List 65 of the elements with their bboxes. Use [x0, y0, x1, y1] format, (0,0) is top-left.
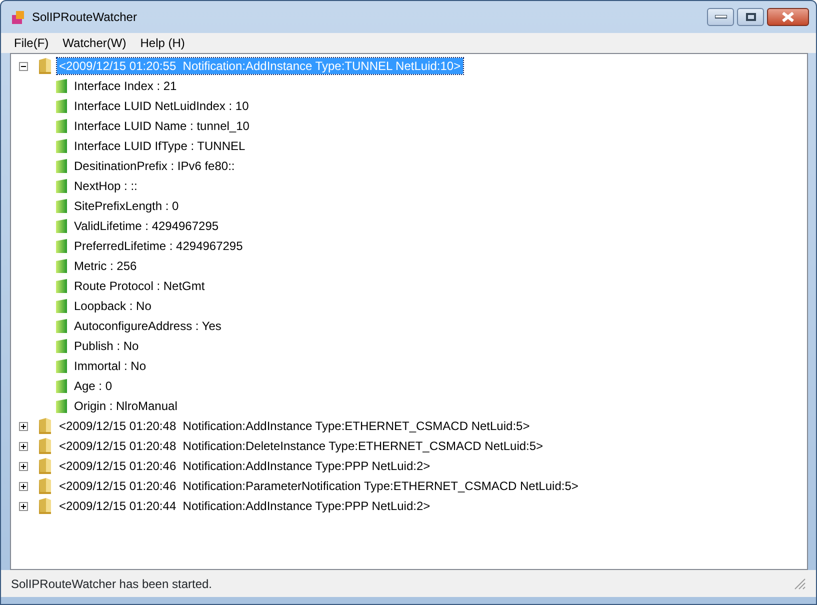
close-icon	[782, 12, 794, 22]
tree-item[interactable]: ValidLifetime : 4294967295	[72, 218, 221, 234]
folder-icon	[37, 417, 53, 435]
tree-item[interactable]: AutoconfigureAddress : Yes	[72, 318, 224, 334]
maximize-icon	[746, 13, 756, 21]
expand-toggle-icon[interactable]	[19, 502, 28, 510]
leaf-icon	[55, 178, 68, 194]
expand-toggle-icon[interactable]	[19, 482, 28, 490]
leaf-icon	[55, 358, 68, 374]
tree-item[interactable]: <2009/12/15 01:20:48 Notification:DeleteInstance Type:ETHERNET_CSMACD NetLuid:5>	[57, 438, 546, 454]
folder-icon	[37, 437, 53, 455]
leaf-icon	[55, 258, 68, 274]
menu-item[interactable]: File(F)	[7, 33, 56, 53]
folder-icon	[37, 497, 53, 515]
menu-item[interactable]: Help (H)	[133, 33, 192, 53]
tree-item[interactable]: <2009/12/15 01:20:46 Notification:AddInstance Type:PPP NetLuid:2>	[57, 458, 432, 474]
leaf-icon	[55, 138, 68, 154]
tree-item[interactable]: Metric : 256	[72, 258, 139, 274]
leaf-icon	[55, 218, 68, 234]
leaf-icon	[55, 378, 68, 394]
minimize-icon	[714, 15, 726, 19]
tree-item[interactable]: Interface LUID NetLuidIndex : 10	[72, 98, 251, 114]
tree-item[interactable]: SitePrefixLength : 0	[72, 198, 181, 214]
tree-item[interactable]: Immortal : No	[72, 358, 148, 374]
tree-view[interactable]	[10, 53, 808, 570]
tree-item[interactable]: <2009/12/15 01:20:46 Notification:ParameterNotification Type:ETHERNET_CSMACD NetLuid:5>	[57, 478, 580, 494]
tree-item[interactable]: Interface Index : 21	[72, 78, 179, 94]
leaf-icon	[55, 338, 68, 354]
window-title: SolIPRouteWatcher	[32, 9, 137, 26]
expand-toggle-icon[interactable]	[19, 422, 28, 430]
tree-item[interactable]: Interface LUID IfType : TUNNEL	[72, 138, 248, 154]
close-button[interactable]	[767, 8, 809, 26]
tree-item[interactable]: Age : 0	[72, 378, 114, 394]
folder-icon	[37, 457, 53, 475]
tree-item[interactable]: <2009/12/15 01:20:44 Notification:AddInstance Type:PPP NetLuid:2>	[57, 498, 432, 514]
leaf-icon	[55, 398, 68, 414]
expand-toggle-icon[interactable]	[19, 442, 28, 450]
folder-icon	[37, 57, 53, 75]
maximize-button[interactable]	[737, 8, 764, 26]
app-icon	[10, 9, 26, 25]
tree-item[interactable]: NextHop : ::	[72, 178, 140, 194]
tree-item[interactable]: DesitinationPrefix : IPv6 fe80::	[72, 158, 237, 174]
tree-item[interactable]: Interface LUID Name : tunnel_10	[72, 118, 252, 134]
resize-grip-icon[interactable]	[794, 578, 806, 590]
leaf-icon	[55, 238, 68, 254]
leaf-icon	[55, 78, 68, 94]
leaf-icon	[55, 318, 68, 334]
leaf-icon	[55, 278, 68, 294]
expand-toggle-icon[interactable]	[19, 462, 28, 470]
leaf-icon	[55, 158, 68, 174]
leaf-icon	[55, 298, 68, 314]
leaf-icon	[55, 98, 68, 114]
tree-item[interactable]: <2009/12/15 01:20:48 Notification:AddInstance Type:ETHERNET_CSMACD NetLuid:5>	[57, 418, 532, 434]
tree-item[interactable]: Origin : NlroManual	[72, 398, 180, 414]
tree-item[interactable]: Publish : No	[72, 338, 141, 354]
folder-icon	[37, 477, 53, 495]
tree-item[interactable]: Route Protocol : NetGmt	[72, 278, 207, 294]
menu-item[interactable]: Watcher(W)	[56, 33, 134, 53]
minimize-button[interactable]	[707, 8, 734, 26]
status-text: SolIPRouteWatcher has been started.	[11, 576, 212, 592]
leaf-icon	[55, 118, 68, 134]
tree-item[interactable]: Loopback : No	[72, 298, 154, 314]
leaf-icon	[55, 198, 68, 214]
collapse-toggle-icon[interactable]	[19, 62, 28, 70]
tree-item[interactable]: PreferredLifetime : 4294967295	[72, 238, 245, 254]
